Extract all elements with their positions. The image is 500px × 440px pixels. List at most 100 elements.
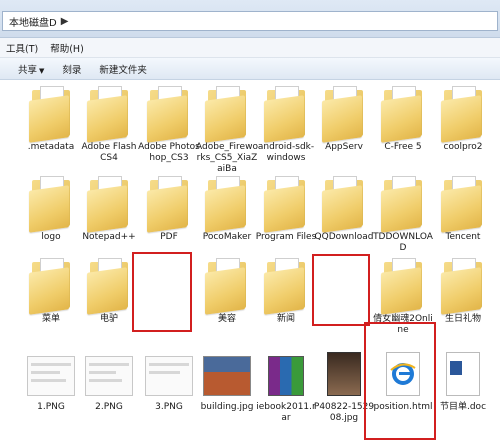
file-item[interactable]: TDDOWNLOAD bbox=[372, 174, 434, 254]
folder-icon bbox=[322, 84, 366, 143]
highlight-box bbox=[132, 252, 192, 332]
file-item[interactable]: 2.PNG bbox=[78, 348, 140, 413]
image-thumbnail-icon bbox=[85, 356, 133, 396]
command-bar: 共享 ▼ 刻录 新建文件夹 bbox=[0, 58, 500, 80]
file-label: 生日礼物 bbox=[444, 314, 481, 324]
file-label: 2.PNG bbox=[95, 402, 123, 412]
file-label: Adobe_Fireworks_CS5_XiaZaiBa bbox=[196, 142, 258, 174]
file-item[interactable]: C-Free 5 bbox=[372, 84, 434, 153]
file-item[interactable]: android-sdk-windows bbox=[255, 84, 317, 164]
folder-icon bbox=[87, 256, 131, 315]
file-label: 菜单 bbox=[41, 314, 60, 324]
file-item[interactable]: 菜单 bbox=[20, 256, 82, 325]
file-item[interactable]: 美容 bbox=[196, 256, 258, 325]
file-item[interactable]: 3.PNG bbox=[138, 348, 200, 413]
folder-icon bbox=[264, 256, 308, 315]
file-label: logo bbox=[41, 232, 61, 242]
highlight-box bbox=[312, 254, 370, 326]
file-item[interactable]: Adobe Flash CS4 bbox=[78, 84, 140, 164]
address-path: 本地磁盘D bbox=[9, 17, 57, 29]
folder-icon bbox=[441, 174, 485, 233]
file-item[interactable]: 新闻 bbox=[255, 256, 317, 325]
address-field[interactable]: 本地磁盘D ▶ bbox=[2, 11, 498, 31]
menu-tools[interactable]: 工具(T) bbox=[6, 41, 38, 55]
file-label: Program Files bbox=[255, 232, 317, 242]
file-item[interactable]: PocoMaker bbox=[196, 174, 258, 243]
folder-icon bbox=[29, 256, 73, 315]
folder-icon bbox=[29, 84, 73, 143]
menu-help[interactable]: 帮助(H) bbox=[50, 41, 84, 55]
folder-icon bbox=[381, 84, 425, 143]
file-item[interactable]: 生日礼物 bbox=[432, 256, 494, 325]
file-item[interactable]: PDF bbox=[138, 174, 200, 243]
file-item[interactable]: 电驴 bbox=[78, 256, 140, 325]
file-label: 节目单.doc bbox=[439, 402, 487, 412]
file-item[interactable]: 1.PNG bbox=[20, 348, 82, 413]
file-label: 1.PNG bbox=[37, 402, 65, 412]
file-item[interactable]: 节目单.doc bbox=[432, 348, 494, 413]
file-label: 美容 bbox=[217, 314, 236, 324]
file-grid: .metadata Adobe Flash CS4 Adobe Photosho… bbox=[0, 80, 500, 440]
file-item[interactable]: Adobe Photoshop_CS3 bbox=[138, 84, 200, 164]
folder-icon bbox=[381, 256, 425, 315]
photo-thumbnail-icon bbox=[203, 356, 251, 396]
file-item[interactable]: building.jpg bbox=[196, 348, 258, 413]
file-label: .metadata bbox=[27, 142, 75, 152]
file-label: 新闻 bbox=[276, 314, 295, 324]
file-label: Tencent bbox=[445, 232, 481, 242]
file-label: PocoMaker bbox=[202, 232, 252, 242]
folder-icon bbox=[264, 174, 308, 233]
file-label: Adobe Flash CS4 bbox=[81, 142, 137, 163]
file-label: TDDOWNLOAD bbox=[373, 232, 433, 253]
folder-icon bbox=[87, 174, 131, 233]
new-folder-button[interactable]: 新建文件夹 bbox=[99, 62, 147, 76]
folder-icon bbox=[87, 84, 131, 143]
image-thumbnail-icon bbox=[27, 356, 75, 396]
file-item[interactable]: Notepad++ bbox=[78, 174, 140, 243]
file-item[interactable]: AppServ bbox=[313, 84, 375, 153]
folder-icon bbox=[205, 256, 249, 315]
file-item[interactable]: logo bbox=[20, 174, 82, 243]
folder-icon bbox=[441, 84, 485, 143]
file-item[interactable]: QQDownload bbox=[313, 174, 375, 243]
burn-button[interactable]: 刻录 bbox=[62, 62, 81, 76]
file-label: Adobe Photoshop_CS3 bbox=[138, 142, 200, 163]
file-label: PDF bbox=[160, 232, 178, 242]
folder-icon bbox=[147, 174, 191, 233]
file-label: iebook2011.rar bbox=[256, 402, 316, 423]
archive-icon bbox=[268, 356, 304, 396]
file-label: coolpro2 bbox=[443, 142, 483, 152]
folder-icon bbox=[205, 174, 249, 233]
share-button[interactable]: 共享 ▼ bbox=[18, 62, 44, 76]
highlight-frame bbox=[364, 322, 436, 440]
word-document-icon bbox=[446, 352, 480, 396]
file-item[interactable]: Adobe_Fireworks_CS5_XiaZaiBa bbox=[196, 84, 258, 175]
file-item[interactable]: .metadata bbox=[20, 84, 82, 153]
address-bar: 本地磁盘D ▶ bbox=[0, 0, 500, 38]
file-label: building.jpg bbox=[200, 402, 254, 412]
file-item[interactable]: iebook2011.rar bbox=[255, 348, 317, 424]
file-label: QQDownload bbox=[314, 232, 374, 242]
file-label: AppServ bbox=[325, 142, 363, 152]
folder-icon bbox=[29, 174, 73, 233]
menu-bar: 工具(T) 帮助(H) bbox=[0, 38, 500, 58]
share-label: 共享 bbox=[18, 64, 38, 76]
file-item[interactable]: coolpro2 bbox=[432, 84, 494, 153]
folder-icon bbox=[381, 174, 425, 233]
image-thumbnail-icon bbox=[145, 356, 193, 396]
chevron-down-icon: ▼ bbox=[39, 66, 45, 75]
breadcrumb-arrow-icon[interactable]: ▶ bbox=[61, 16, 69, 27]
file-item[interactable]: Program Files bbox=[255, 174, 317, 243]
folder-icon bbox=[147, 84, 191, 143]
photo-thumbnail-icon bbox=[327, 352, 361, 396]
folder-icon bbox=[205, 84, 249, 143]
file-label: C-Free 5 bbox=[384, 142, 422, 152]
file-label: Notepad++ bbox=[82, 232, 136, 242]
file-label: 3.PNG bbox=[155, 402, 183, 412]
file-label: 电驴 bbox=[99, 314, 118, 324]
folder-icon bbox=[264, 84, 308, 143]
file-label: android-sdk-windows bbox=[257, 142, 315, 163]
folder-icon bbox=[322, 174, 366, 233]
file-item[interactable]: Tencent bbox=[432, 174, 494, 243]
folder-icon bbox=[441, 256, 485, 315]
